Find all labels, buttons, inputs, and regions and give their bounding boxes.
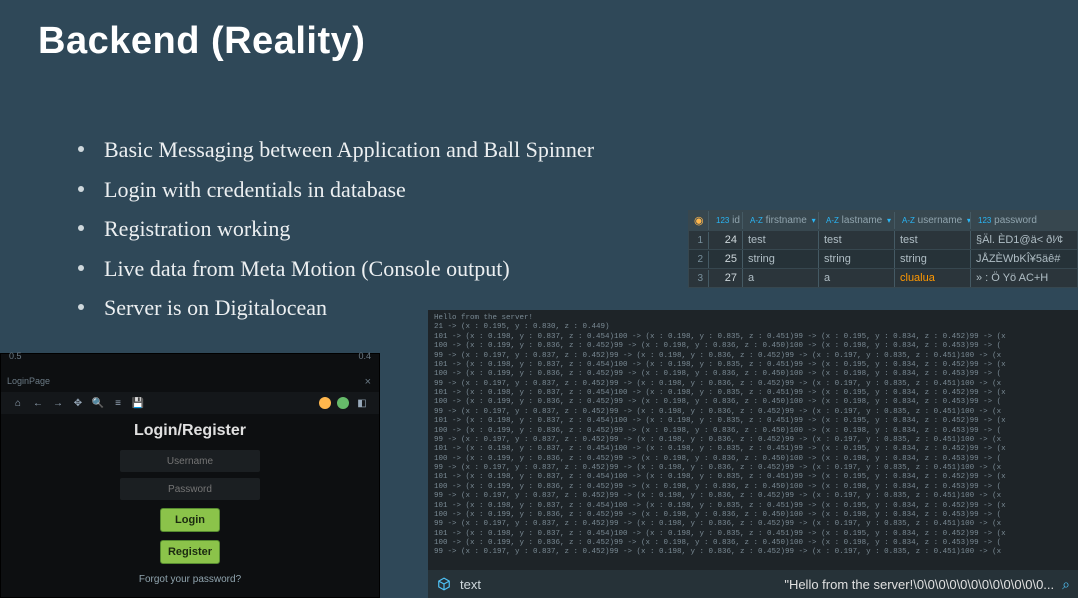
forward-icon[interactable]: → <box>51 396 65 410</box>
bullet-item: Basic Messaging between Application and … <box>78 130 594 170</box>
close-icon[interactable]: × <box>365 376 371 388</box>
config-icon[interactable]: ≡ <box>111 396 125 410</box>
forgot-password-link[interactable]: Forgot your password? <box>1 574 379 585</box>
save-icon[interactable]: 💾 <box>131 396 145 410</box>
zoom-icon[interactable]: 🔍 <box>91 396 105 410</box>
login-button[interactable]: Login <box>160 508 220 532</box>
debug-status-bar: text "Hello from the server!\0\0\0\0\0\0… <box>428 570 1078 598</box>
database-table: ◉ 123 id ▾ A-Z firstname ▾ A-Z lastname … <box>688 210 1078 288</box>
window-toolbar: ⌂ ← → ✥ 🔍 ≡ 💾 ◧ <box>1 392 379 414</box>
status-message: "Hello from the server!\0\0\0\0\0\0\0\0\… <box>784 577 1054 592</box>
login-window: 0.50.4 LoginPage × ⌂ ← → ✥ 🔍 ≡ 💾 ◧ Login… <box>0 353 380 598</box>
search-icon[interactable]: ⌕ <box>1062 576 1070 593</box>
column-header-password[interactable]: 123 password <box>971 212 1078 229</box>
bullet-list: Basic Messaging between Application and … <box>78 130 594 328</box>
status-dot-warning-icon <box>319 397 331 409</box>
chart-axis-fragment: 0.50.4 <box>1 351 379 373</box>
table-row[interactable]: 1 24 test test test §Äl. ÈD1@ä< ð!⁄¢ <box>689 230 1077 249</box>
row-selector-header[interactable]: ◉ <box>689 211 709 230</box>
column-header-id[interactable]: 123 id ▾ <box>709 212 743 229</box>
back-icon[interactable]: ← <box>31 396 45 410</box>
home-icon[interactable]: ⌂ <box>11 396 25 410</box>
status-variable-name: text <box>460 577 481 592</box>
bullet-item: Login with credentials in database <box>78 170 594 210</box>
bullet-item: Registration working <box>78 209 594 249</box>
column-header-firstname[interactable]: A-Z firstname ▾ <box>743 212 819 229</box>
register-button[interactable]: Register <box>160 540 220 564</box>
column-header-lastname[interactable]: A-Z lastname ▾ <box>819 212 895 229</box>
console-output: Hello from the server! 21 -> (x : 0.195,… <box>428 310 1078 570</box>
table-header-row: ◉ 123 id ▾ A-Z firstname ▾ A-Z lastname … <box>689 211 1077 230</box>
table-row[interactable]: 2 25 string string string JÅZÈWbKÎ¥5äê# <box>689 249 1077 268</box>
sidebar-toggle-icon[interactable]: ◧ <box>355 396 369 410</box>
login-heading: Login/Register <box>1 422 379 440</box>
table-row[interactable]: 3 27 a a clualua » : Ö Yö AC+H <box>689 268 1077 287</box>
bullet-item: Live data from Meta Motion (Console outp… <box>78 249 594 289</box>
move-icon[interactable]: ✥ <box>71 396 85 410</box>
username-field[interactable] <box>120 450 260 472</box>
password-field[interactable] <box>120 478 260 500</box>
cube-icon <box>436 576 452 592</box>
column-header-username[interactable]: A-Z username ▾ <box>895 212 971 229</box>
status-dot-ok-icon <box>337 397 349 409</box>
window-title: LoginPage <box>7 376 50 386</box>
slide-title: Backend (Reality) <box>38 20 365 63</box>
